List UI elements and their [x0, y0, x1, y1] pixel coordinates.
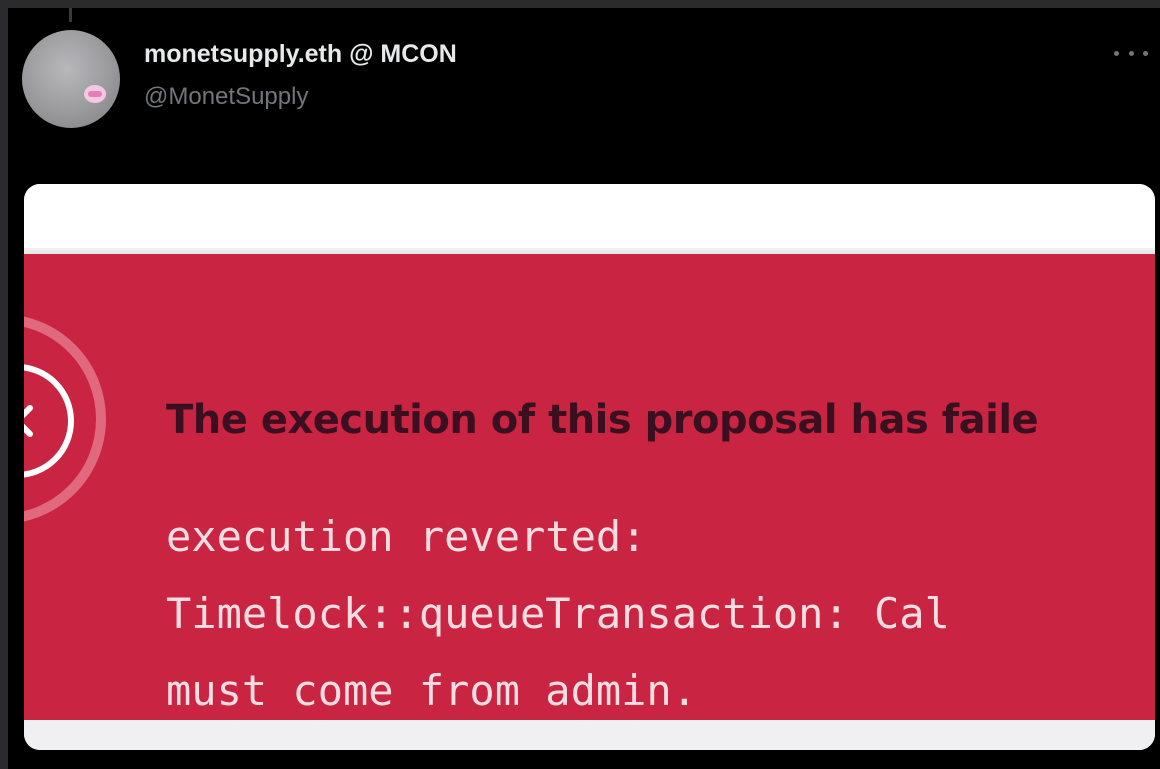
error-message-line: execution reverted: [166, 512, 647, 561]
more-dot [1143, 50, 1148, 56]
user-handle[interactable]: @MonetSupply [144, 83, 308, 111]
tweet-media-image[interactable]: The execution of this proposal has faile… [24, 184, 1155, 750]
circle-x-icon [24, 364, 74, 478]
more-dot [1114, 50, 1119, 56]
avatar-emblem [84, 85, 106, 103]
image-bottom-bar [24, 720, 1155, 750]
thread-connector-line [69, 8, 72, 22]
error-title: The execution of this proposal has faile [166, 397, 1039, 443]
more-icon[interactable] [1114, 46, 1148, 60]
display-name[interactable]: monetsupply.eth @ MCON [144, 40, 457, 69]
error-message-line: Timelock::queueTransaction: Cal [166, 589, 950, 638]
error-panel: The execution of this proposal has faile… [24, 254, 1155, 720]
error-message-line: must come from admin. [166, 666, 698, 715]
more-dot [1128, 50, 1134, 56]
avatar[interactable] [22, 30, 120, 128]
tweet-frame: monetsupply.eth @ MCON @MonetSupply The … [8, 8, 1160, 769]
image-top-bar [24, 184, 1155, 254]
